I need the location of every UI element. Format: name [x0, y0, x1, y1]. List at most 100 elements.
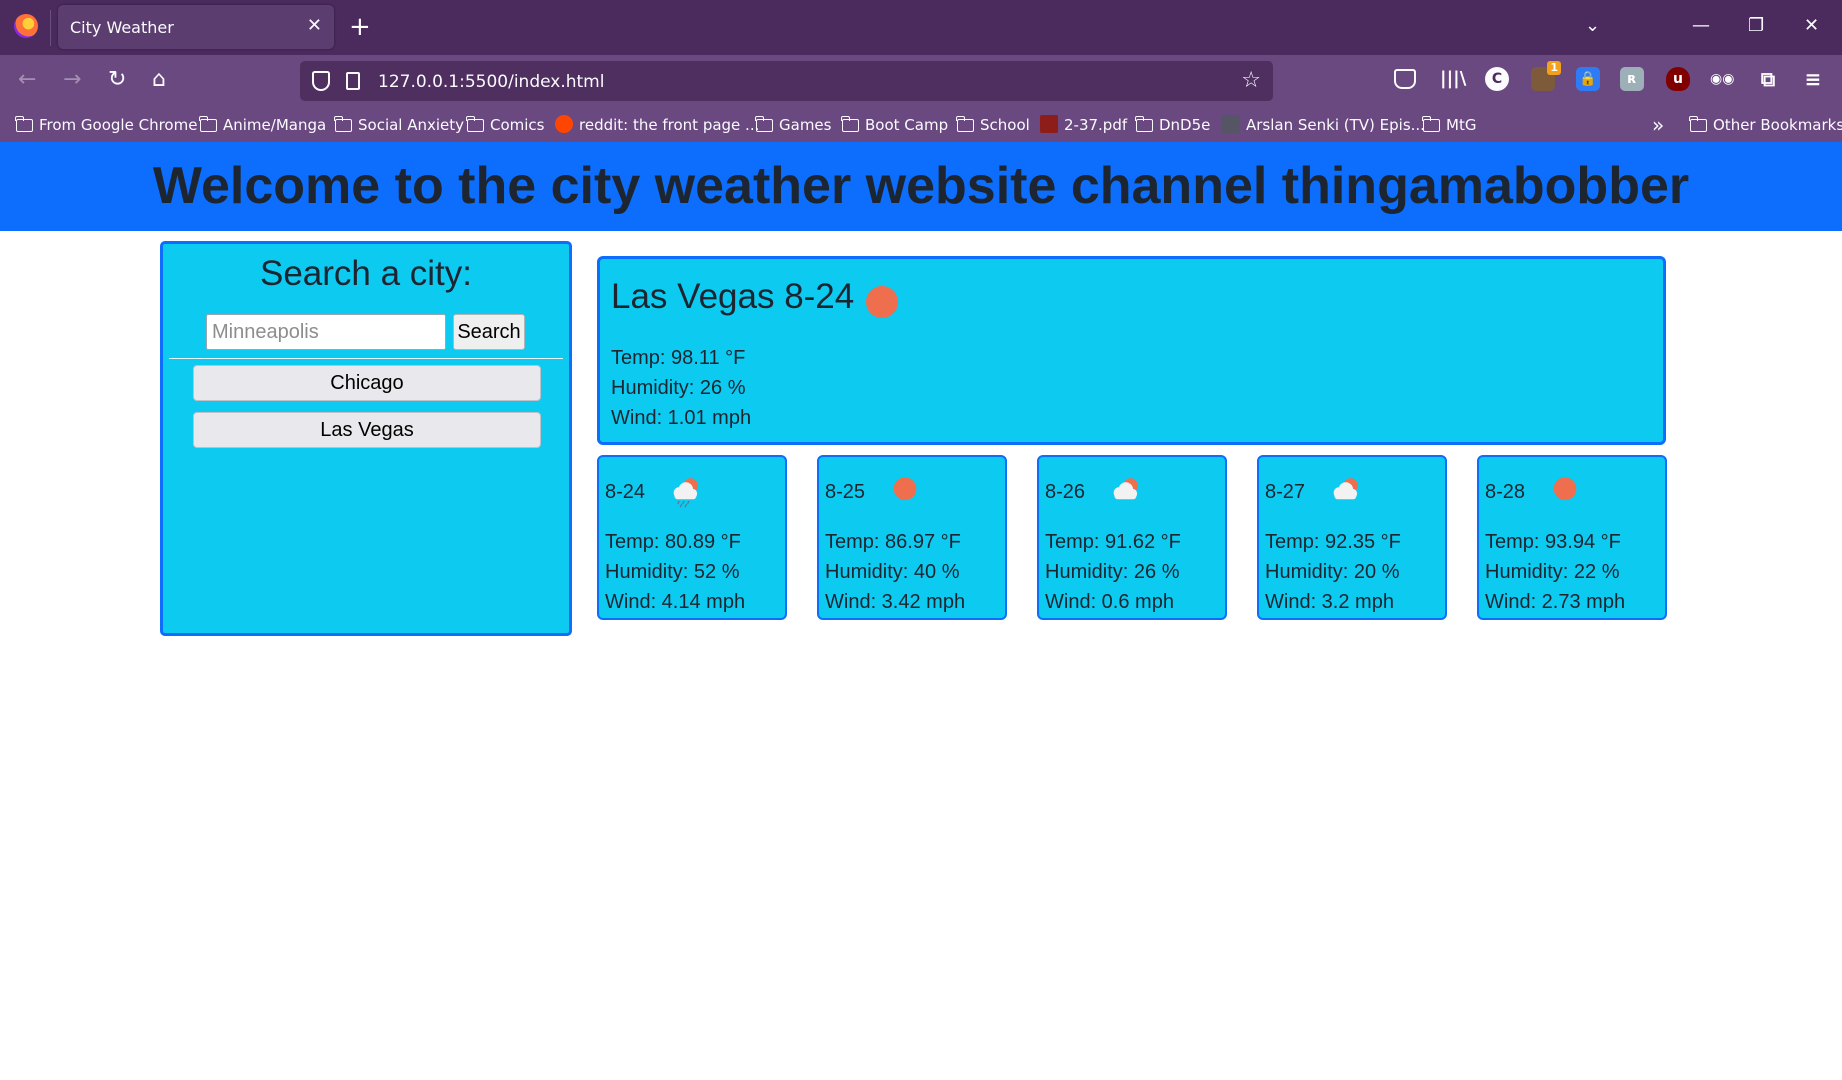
bookmark-item[interactable]: 2-37.pdf [1040, 114, 1127, 136]
bookmark-item[interactable]: MtG [1422, 114, 1477, 136]
partly-cloudy-icon [1333, 478, 1358, 500]
sun-icon [1553, 477, 1577, 501]
lock-extension-icon[interactable]: 🔒 [1576, 67, 1600, 91]
active-tab[interactable]: City Weather ✕ [58, 5, 334, 49]
url-text[interactable]: 127.0.0.1:5500/index.html [378, 72, 604, 92]
search-panel: Search a city: Search Chicago Las Vegas [160, 241, 572, 636]
firefox-icon[interactable] [14, 14, 38, 38]
bookmark-item[interactable]: Boot Camp [841, 114, 948, 136]
extension-badge: 1 [1547, 61, 1561, 75]
favicon-icon [555, 115, 573, 133]
forecast-card: 8-24 Temp: 80.89 °F Humidity: 52 % Wind: 4.… [597, 455, 787, 620]
forecast-date: 8-28 [1485, 481, 1526, 503]
ublock-icon[interactable]: u [1666, 67, 1690, 91]
bookmark-label: MtG [1446, 116, 1477, 134]
bookmark-label: Comics [490, 116, 545, 134]
forecast-wind: Wind: 4.14 mph [605, 591, 746, 613]
history-button-las-vegas[interactable]: Las Vegas [193, 412, 541, 448]
tracking-shield-icon[interactable] [312, 71, 330, 91]
folder-icon [841, 116, 859, 132]
forecast-wind: Wind: 3.42 mph [825, 591, 966, 613]
tab-title: City Weather [70, 18, 174, 37]
translate-extension-icon[interactable]: ʀ [1620, 67, 1644, 91]
back-icon[interactable]: ← [18, 67, 36, 93]
bookmark-item[interactable]: Other Bookmarks [1689, 114, 1842, 136]
extensions-puzzle-icon[interactable]: ⧉ [1756, 67, 1780, 91]
forecast-card: 8-25 Temp: 86.97 °F Humidity: 40 % Wind: 3.… [817, 455, 1007, 620]
favicon-icon [1040, 115, 1058, 133]
folder-icon [1689, 116, 1707, 132]
bookmark-item[interactable]: Comics [466, 114, 545, 136]
window-close-icon[interactable]: ✕ [1804, 12, 1819, 40]
search-button[interactable]: Search [453, 314, 525, 350]
bookmark-item[interactable]: Social Anxiety [334, 114, 464, 136]
folder-icon [466, 116, 484, 132]
forecast-humidity: Humidity: 22 % [1485, 561, 1620, 583]
new-tab-icon[interactable]: + [349, 10, 371, 44]
forecast-temp: Temp: 92.35 °F [1265, 531, 1401, 553]
bookmarks-overflow-icon[interactable]: » [1652, 114, 1664, 136]
city-search-input[interactable] [206, 314, 446, 350]
bookmark-label: DnD5e [1159, 116, 1211, 134]
favicon-icon [1222, 115, 1240, 133]
tab-bar: City Weather ✕ + ⌄ — ❐ ✕ [0, 0, 1842, 55]
forecast-date: 8-27 [1265, 481, 1306, 503]
divider [169, 358, 563, 359]
current-city-date: Las Vegas 8-24 [611, 277, 855, 316]
folder-icon [334, 116, 352, 132]
current-wind: Wind: 1.01 mph [611, 407, 752, 429]
folder-icon [1422, 116, 1440, 132]
forecast-temp: Temp: 93.94 °F [1485, 531, 1621, 553]
forecast-wind: Wind: 3.2 mph [1265, 591, 1394, 613]
tab-list-chevron-icon[interactable]: ⌄ [1585, 12, 1600, 40]
minimize-icon[interactable]: — [1692, 12, 1710, 40]
partly-cloudy-icon [1113, 478, 1138, 500]
extension-c-icon[interactable]: C [1485, 67, 1509, 91]
sun-icon [893, 477, 917, 501]
folder-icon [1135, 116, 1153, 132]
close-tab-icon[interactable]: ✕ [307, 15, 322, 37]
extension-notes-icon[interactable]: 1 [1531, 61, 1561, 91]
forward-icon[interactable]: → [63, 67, 81, 93]
page-info-icon[interactable] [346, 72, 360, 90]
current-temp: Temp: 98.11 °F [611, 347, 746, 369]
page-header: Welcome to the city weather website chan… [0, 142, 1842, 231]
restore-icon[interactable]: ❐ [1748, 12, 1764, 40]
forecast-date: 8-25 [825, 481, 866, 503]
navigation-bar: ← → ↻ ⌂ 127.0.0.1:5500/index.html ☆ |||\… [0, 55, 1842, 107]
home-icon[interactable]: ⌂ [152, 67, 166, 93]
sun-icon [866, 286, 898, 318]
forecast-temp: Temp: 86.97 °F [825, 531, 961, 553]
bookmark-star-icon[interactable]: ☆ [1241, 67, 1261, 95]
forecast-card: 8-28 Temp: 93.94 °F Humidity: 22 % Wind: 2.… [1477, 455, 1667, 620]
menu-hamburger-icon[interactable]: ≡ [1801, 67, 1825, 91]
forecast-wind: Wind: 2.73 mph [1485, 591, 1626, 613]
bookmark-label: School [980, 116, 1030, 134]
forecast-card: 8-26 Temp: 91.62 °F Humidity: 26 % Wind: 0.… [1037, 455, 1227, 620]
url-bar[interactable]: 127.0.0.1:5500/index.html ☆ [300, 61, 1273, 101]
reload-icon[interactable]: ↻ [108, 67, 126, 93]
forecast-wind: Wind: 0.6 mph [1045, 591, 1174, 613]
tab-separator [50, 10, 51, 46]
forecast-date: 8-24 [605, 481, 646, 503]
bookmark-item[interactable]: School [956, 114, 1030, 136]
folder-icon [956, 116, 974, 132]
bookmark-label: reddit: the front page ... [579, 116, 760, 134]
bookmark-label: From Google Chrome [39, 116, 198, 134]
library-icon[interactable]: |||\ [1440, 67, 1466, 91]
bookmark-item[interactable]: Anime/Manga [199, 114, 326, 136]
tampermonkey-icon[interactable]: ◉◉ [1710, 67, 1734, 91]
page-title: Welcome to the city weather website chan… [152, 157, 1690, 215]
forecast-date: 8-26 [1045, 481, 1086, 503]
bookmark-item[interactable]: Arslan Senki (TV) Epis... [1222, 114, 1425, 136]
forecast-humidity: Humidity: 52 % [605, 561, 740, 583]
bookmark-item[interactable]: DnD5e [1135, 114, 1211, 136]
pocket-icon[interactable] [1394, 69, 1416, 89]
bookmark-label: Other Bookmarks [1713, 116, 1842, 134]
history-button-chicago[interactable]: Chicago [193, 365, 541, 401]
bookmark-item[interactable]: Games [755, 114, 831, 136]
search-heading: Search a city: [259, 254, 473, 293]
bookmark-item[interactable]: reddit: the front page ... [555, 114, 759, 136]
bookmark-item[interactable]: From Google Chrome [15, 114, 198, 136]
forecast-humidity: Humidity: 40 % [825, 561, 960, 583]
